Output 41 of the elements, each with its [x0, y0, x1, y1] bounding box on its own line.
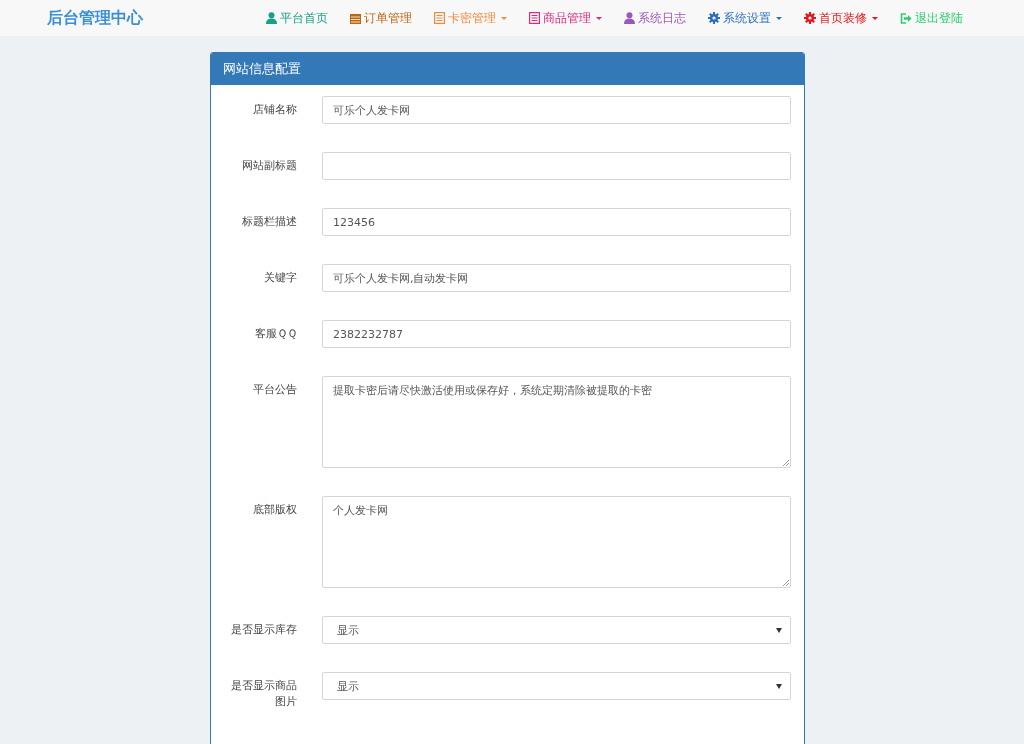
- input-field[interactable]: 2382232787: [322, 320, 791, 348]
- settings-icon: [708, 12, 720, 24]
- nav-link[interactable]: 系统设置: [697, 10, 793, 26]
- select-field[interactable]: 显示: [322, 672, 791, 700]
- resize-handle-icon[interactable]: [782, 579, 789, 586]
- panel-header: 网站信息配置: [211, 53, 804, 85]
- select-field[interactable]: 显示: [322, 616, 791, 644]
- input-field[interactable]: 可乐个人发卡网: [322, 96, 791, 124]
- dropdown-arrow-icon: [776, 683, 782, 689]
- caret-icon: [501, 16, 507, 20]
- input-field[interactable]: 可乐个人发卡网,自动发卡网: [322, 264, 791, 292]
- nav-link[interactable]: 商品管理: [518, 10, 613, 26]
- nav-link[interactable]: 订单管理: [339, 10, 423, 26]
- logout-icon: [900, 12, 912, 24]
- caret-icon: [596, 16, 602, 20]
- nav-link[interactable]: 系统日志: [613, 10, 697, 26]
- calendar-icon: [350, 12, 361, 24]
- brand-title: 后台管理中心: [47, 7, 143, 29]
- caret-icon: [872, 16, 878, 20]
- person-icon: [624, 12, 635, 24]
- textarea-field[interactable]: 提取卡密后请尽快激活使用或保存好，系统定期清除被提取的卡密: [322, 376, 791, 468]
- field-label: 平台公告: [252, 382, 297, 398]
- dropdown-arrow-icon: [776, 627, 782, 633]
- field-label: 客服ＱＱ: [254, 326, 297, 342]
- field-label: 底部版权: [252, 502, 297, 518]
- nav-link[interactable]: 首页装修: [793, 10, 889, 26]
- field-label: 网站副标题: [241, 158, 297, 174]
- resize-handle-icon[interactable]: [782, 459, 789, 466]
- list-icon: [434, 12, 445, 24]
- textarea-field[interactable]: 个人发卡网: [322, 496, 791, 588]
- field-label: 店铺名称: [252, 102, 297, 118]
- caret-icon: [776, 16, 782, 20]
- field-label: 标题栏描述: [241, 214, 297, 230]
- input-field[interactable]: [322, 152, 791, 180]
- field-label: 是否显示商品图片: [230, 678, 297, 710]
- person-icon: [266, 12, 277, 24]
- list-icon: [529, 12, 540, 24]
- field-label: 是否显示库存: [230, 622, 297, 638]
- settings-icon: [804, 12, 816, 24]
- field-label: 关键字: [263, 270, 297, 286]
- input-field[interactable]: 123456: [322, 208, 791, 236]
